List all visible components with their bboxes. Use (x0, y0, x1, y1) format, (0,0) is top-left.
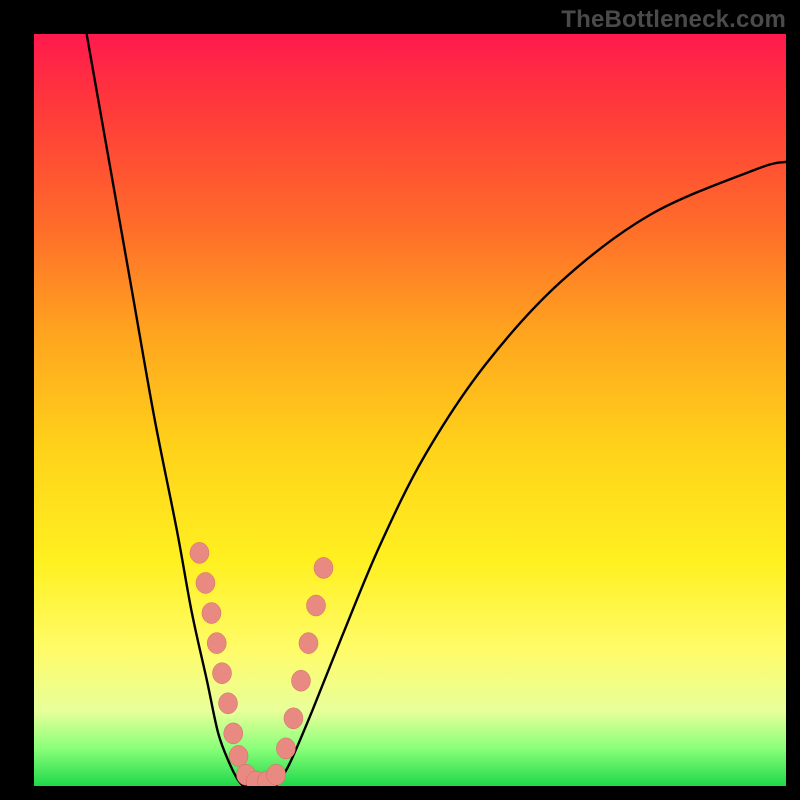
chart-svg (34, 34, 786, 786)
data-point (219, 693, 238, 714)
data-point (207, 633, 226, 654)
data-point (299, 633, 318, 654)
watermark-text: TheBottleneck.com (561, 6, 786, 34)
data-point (291, 670, 310, 691)
data-point (307, 595, 326, 616)
plot-area (34, 34, 786, 786)
chart-frame: TheBottleneck.com (0, 0, 800, 800)
data-point (229, 745, 248, 766)
data-point (314, 557, 333, 578)
data-point (267, 764, 286, 785)
data-point (276, 738, 295, 759)
data-point (196, 572, 215, 593)
data-point (213, 663, 232, 684)
data-point (284, 708, 303, 729)
right-curve (276, 162, 786, 786)
data-point (202, 603, 221, 624)
data-point (190, 542, 209, 563)
data-point-markers (190, 542, 333, 786)
data-point (224, 723, 243, 744)
